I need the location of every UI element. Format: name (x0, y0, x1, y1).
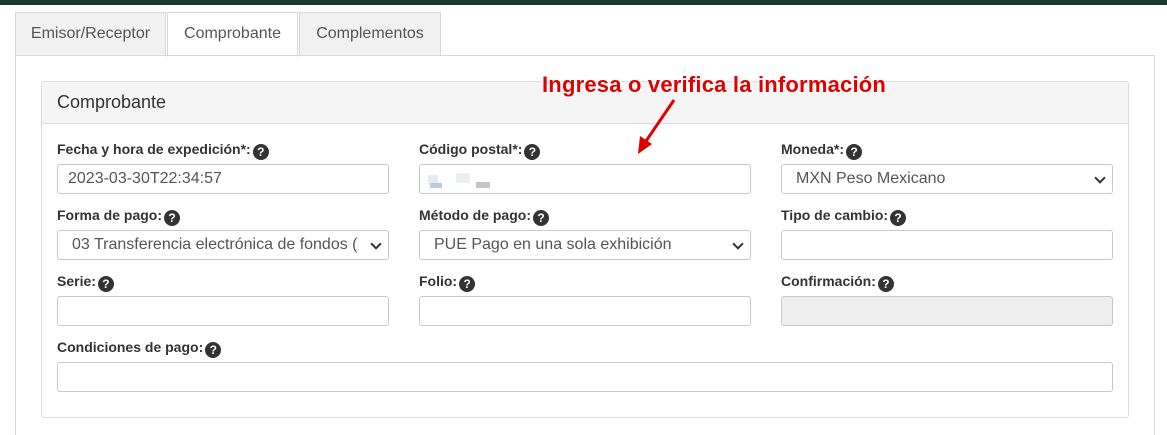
fecha-input[interactable]: 2023-03-30T22:34:57 (57, 164, 389, 194)
chevron-down-icon (732, 238, 744, 250)
help-icon[interactable]: ? (890, 210, 907, 226)
help-icon[interactable]: ? (164, 210, 181, 226)
top-bar (0, 0, 1167, 5)
help-icon[interactable]: ? (533, 210, 549, 226)
help-icon[interactable]: ? (877, 276, 894, 292)
metodo-pago-label: Método de pago:? (419, 207, 549, 226)
annotation-text: Ingresa o verifica la información (542, 72, 887, 97)
tab-comprobante[interactable]: Comprobante (167, 12, 298, 57)
moneda-selected-value: MXN Peso Mexicano (796, 170, 946, 187)
help-icon[interactable]: ? (252, 144, 269, 160)
condiciones-input[interactable] (57, 362, 1113, 392)
help-icon[interactable]: ? (97, 276, 114, 292)
tipo-cambio-input[interactable] (781, 230, 1113, 260)
metodo-pago-select[interactable]: PUE Pago en una sola exhibición (419, 230, 751, 260)
confirmacion-label: Confirmación:? (781, 273, 894, 292)
moneda-select[interactable]: MXN Peso Mexicano (781, 164, 1113, 194)
annotation-arrow (638, 99, 676, 154)
tab-emisor-receptor[interactable]: Emisor/Receptor (15, 12, 166, 56)
chevron-down-icon (1094, 172, 1106, 184)
redacted-value (428, 173, 490, 188)
tipo-cambio-label: Tipo de cambio:? (781, 207, 907, 226)
folio-input[interactable] (419, 296, 751, 326)
chevron-down-icon (370, 238, 382, 250)
help-icon[interactable]: ? (524, 144, 541, 160)
codigo-postal-label: Código postal*:? (419, 141, 541, 160)
metodo-pago-selected-value: PUE Pago en una sola exhibición (434, 236, 672, 253)
confirmacion-input (781, 296, 1113, 326)
moneda-label: Moneda*:? (781, 141, 862, 160)
folio-label: Folio:? (419, 273, 476, 292)
serie-label: Serie:? (57, 273, 114, 292)
serie-input[interactable] (57, 296, 389, 326)
help-icon[interactable]: ? (459, 276, 476, 292)
codigo-postal-input[interactable] (419, 164, 751, 194)
forma-pago-select[interactable]: 03 Transferencia electrónica de fondos ( (57, 230, 389, 260)
forma-pago-selected-value: 03 Transferencia electrónica de fondos ( (72, 236, 358, 253)
help-icon[interactable]: ? (205, 342, 222, 358)
tab-complementos[interactable]: Complementos (299, 12, 441, 56)
help-icon[interactable]: ? (846, 144, 862, 160)
condiciones-label: Condiciones de pago:? (57, 339, 222, 358)
forma-pago-label: Forma de pago:? (57, 207, 181, 226)
panel-title: Comprobante (57, 92, 167, 112)
fecha-label: Fecha y hora de expedición*:? (57, 141, 269, 160)
